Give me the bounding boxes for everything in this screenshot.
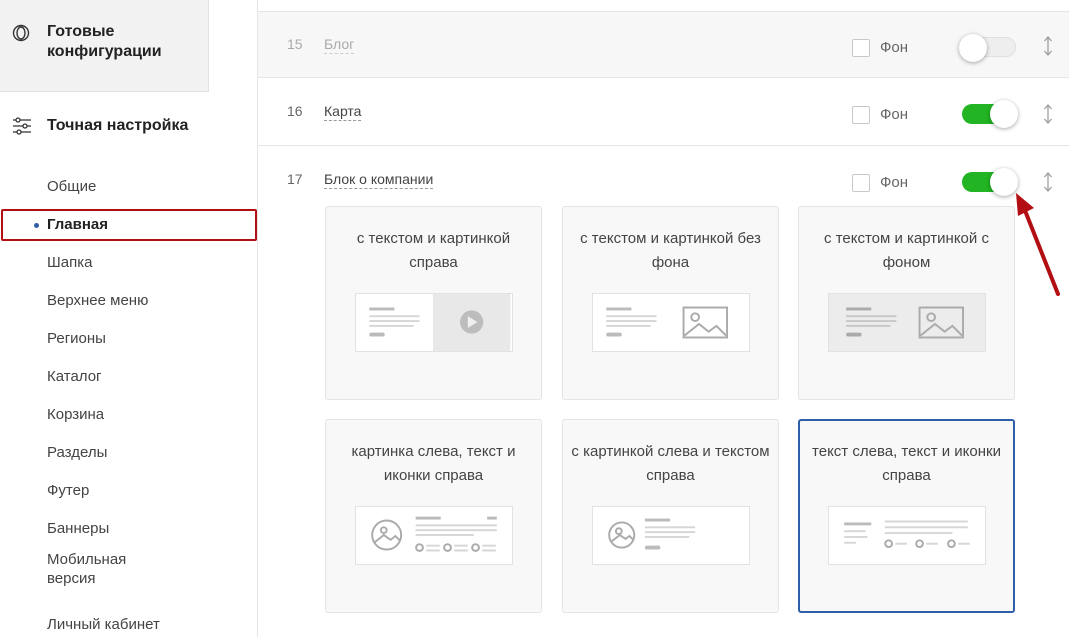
variant-label: с текстом и картинкой без фона (580, 230, 761, 271)
variant-card[interactable]: с текстом и картинкой справа (325, 206, 542, 400)
drag-handle-icon[interactable] (1043, 103, 1053, 125)
fon-checkbox[interactable] (852, 39, 870, 57)
variant-label: текст слева, текст и иконки справа (812, 443, 1001, 484)
layout-preview-icon (592, 293, 750, 352)
variant-card[interactable]: с картинкой слева и текстом справа (562, 419, 779, 613)
variant-card[interactable]: картинка слева, текст и иконки справа (325, 419, 542, 613)
settings-menu: Общие Главная Шапка Верхнее меню Регионы… (0, 168, 258, 637)
menu-item-header[interactable]: Шапка (0, 244, 258, 282)
block-toggle[interactable] (962, 168, 1018, 196)
variant-label: с текстом и картинкой с фоном (824, 230, 989, 271)
sidebar: Готовые конфигурации Точная настройка Об… (0, 0, 258, 637)
menu-item-banners[interactable]: Баннеры (0, 510, 258, 548)
row-name-link[interactable]: Карта (324, 103, 362, 121)
layout-preview-icon (592, 506, 750, 565)
row-name-link[interactable]: Блог (324, 36, 355, 54)
menu-item-mobile[interactable]: Мобильная версия (0, 548, 160, 606)
menu-item-general[interactable]: Общие (0, 168, 258, 206)
menu-item-main[interactable]: Главная (0, 206, 258, 244)
layout-preview-icon (828, 293, 986, 352)
block-row-map: 16 Карта Фон (258, 78, 1069, 146)
row-name-link[interactable]: Блок о компании (324, 171, 434, 189)
fon-label: Фон (880, 106, 909, 123)
toggle-knob (990, 100, 1018, 128)
toggle-knob (990, 168, 1018, 196)
fon-checkbox[interactable] (852, 106, 870, 124)
fon-label: Фон (880, 174, 909, 191)
variant-card[interactable]: с текстом и картинкой без фона (562, 206, 779, 400)
row-number: 17 (287, 171, 303, 187)
block-row-about: 17 Блок о компании Фон с текстом и карти… (258, 146, 1069, 637)
fine-tuning-title: Точная настройка (47, 117, 189, 134)
variant-label: с текстом и картинкой справа (356, 230, 511, 271)
row-number: 15 (287, 36, 303, 52)
drag-handle-icon[interactable] (1043, 35, 1053, 57)
block-toggle[interactable] (962, 100, 1018, 128)
menu-item-account[interactable]: Личный кабинет (0, 606, 258, 637)
blocks-list: 15 Блог Фон 16 Карта Фон 17 Блок о компа… (258, 0, 1069, 637)
menu-item-sections[interactable]: Разделы (0, 434, 258, 472)
variant-card[interactable]: с текстом и картинкой с фоном (798, 206, 1015, 400)
fon-checkbox[interactable] (852, 174, 870, 192)
drag-handle-icon[interactable] (1043, 171, 1053, 193)
block-toggle[interactable] (959, 34, 1016, 62)
block-row-blog: 15 Блог Фон (258, 11, 1069, 78)
layout-preview-icon (355, 506, 513, 565)
variant-card-selected[interactable]: текст слева, текст и иконки справа (798, 419, 1015, 613)
active-dot-icon (34, 223, 39, 228)
menu-item-regions[interactable]: Регионы (0, 320, 258, 358)
ready-configs-section[interactable]: Готовые конфигурации (0, 0, 209, 92)
configs-icon (12, 24, 30, 42)
sliders-icon (13, 117, 31, 135)
menu-item-cart[interactable]: Корзина (0, 396, 258, 434)
layout-preview-icon (355, 293, 513, 352)
variant-label: с картинкой слева и текстом справа (571, 443, 770, 484)
variant-label: картинка слева, текст и иконки справа (351, 443, 516, 484)
menu-item-footer[interactable]: Футер (0, 472, 258, 510)
menu-item-top-menu[interactable]: Верхнее меню (0, 282, 258, 320)
row-number: 16 (287, 103, 303, 119)
ready-configs-title: Готовые конфигурации (47, 23, 162, 60)
toggle-knob (959, 34, 987, 62)
menu-item-catalog[interactable]: Каталог (0, 358, 258, 396)
layout-preview-icon (828, 506, 986, 565)
fon-label: Фон (880, 39, 909, 56)
menu-item-main-label: Главная (47, 216, 109, 233)
